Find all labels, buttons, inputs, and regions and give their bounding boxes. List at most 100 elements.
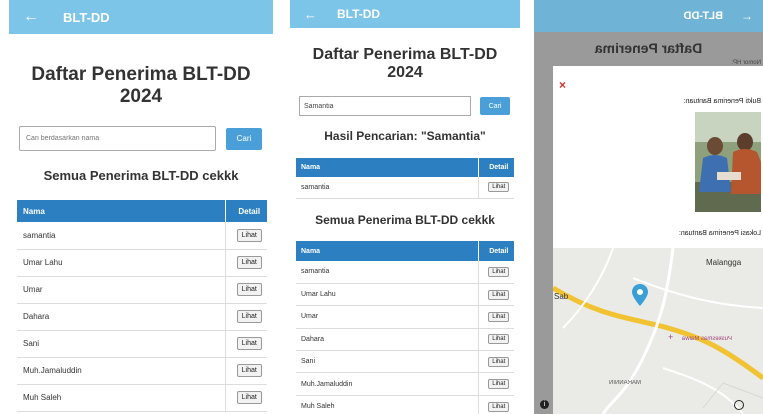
section-title: Semua Penerima BLT-DD cekkk (315, 213, 495, 227)
app-bar: ← BLT-DD (9, 0, 273, 34)
lihat-button[interactable]: Lihat (236, 364, 262, 377)
app-bar: ← BLT-DD (290, 0, 520, 28)
recipient-photo (695, 112, 761, 212)
recipient-name: Sani (296, 350, 478, 374)
table-row: Muh.Jamaluddin Lihat (296, 372, 514, 396)
background-page-title: Daftar Penerima (594, 40, 703, 56)
search-button[interactable]: Cari (480, 97, 510, 115)
section-title: Semua Penerima BLT-DD cekkk (43, 168, 239, 183)
back-arrow-icon[interactable]: ← (304, 7, 317, 22)
lihat-button[interactable]: Lihat (236, 310, 262, 323)
search-bar: Cari (299, 96, 510, 116)
lihat-button[interactable]: Lihat (236, 391, 262, 404)
location-label: Lokasi Penerima Bantuan: (678, 230, 761, 237)
table-row: Umar Lihat (17, 276, 267, 304)
map-canvas (553, 248, 763, 414)
table-row: Dahara Lihat (296, 328, 514, 352)
recipient-name: Umar (17, 276, 225, 304)
search-result-table: Nama Detail samantia Lihat (296, 158, 514, 199)
column-header-name: Nama (17, 200, 225, 222)
recipient-name: Dahara (296, 328, 478, 352)
table-row: Sani Lihat (296, 350, 514, 374)
back-arrow-icon[interactable]: ← (23, 8, 39, 26)
photo-image (695, 112, 761, 212)
lihat-button[interactable]: Lihat (236, 256, 262, 269)
search-button[interactable]: Cari (226, 127, 262, 150)
detail-cell: Lihat (477, 305, 514, 329)
recipient-name: Muh Saleh (17, 384, 225, 412)
column-header-detail: Detail (477, 241, 514, 261)
detail-cell: Lihat (224, 384, 267, 412)
screen-search-result: ← BLT-DD Daftar Penerima BLT-DD 2024 Car… (290, 0, 520, 414)
recipient-name: Muh.Jamaluddin (17, 357, 225, 385)
lihat-button[interactable]: Lihat (488, 311, 510, 322)
column-header-name: Nama (296, 158, 478, 177)
table-row: Umar Lahu Lihat (296, 283, 514, 307)
recipient-name: samantia (296, 177, 478, 199)
close-icon[interactable]: × (559, 78, 566, 92)
lihat-button[interactable]: Lihat (488, 379, 510, 390)
detail-cell: Lihat (224, 357, 267, 385)
phone-label: Nomor HP: (731, 60, 761, 66)
table-row: samantia Lihat (296, 261, 514, 284)
table-row: Sani Lihat (17, 330, 267, 358)
search-input[interactable] (299, 96, 471, 116)
lihat-button[interactable]: Lihat (488, 266, 510, 277)
detail-cell: Lihat (224, 276, 267, 304)
screen-list: ← BLT-DD Daftar Penerima BLT-DD 2024 Car… (9, 0, 273, 414)
lihat-button[interactable]: Lihat (236, 337, 262, 350)
recipient-name: Dahara (17, 303, 225, 331)
recipient-name: Umar Lahu (296, 283, 478, 307)
recipient-name: samantia (296, 261, 478, 284)
search-input[interactable] (19, 126, 216, 151)
app-bar: ← BLT-DD (534, 0, 763, 32)
recipient-name: Umar Lahu (17, 249, 225, 277)
back-arrow-icon[interactable]: ← (741, 9, 753, 23)
table-row: Dahara Lihat (17, 303, 267, 331)
detail-cell: Lihat (477, 177, 514, 199)
detail-cell: Lihat (224, 222, 267, 250)
detail-cell: Lihat (477, 350, 514, 374)
app-title: BLT-DD (683, 10, 723, 22)
table-row: Muh.Jamaluddin Lihat (17, 357, 267, 385)
table-row: Muh Saleh Lihat (17, 384, 267, 412)
page-title: Daftar Penerima BLT-DD 2024 (312, 46, 498, 82)
table-row: samantia Lihat (296, 177, 514, 199)
detail-cell: Lihat (477, 395, 514, 414)
screen-detail-modal: ← BLT-DD Daftar Penerima Nomor HP: × Buk… (534, 0, 763, 414)
detail-cell: Lihat (477, 372, 514, 396)
app-title: BLT-DD (337, 7, 381, 21)
photo-label: Bukti Penerima Bantuan: (683, 98, 761, 105)
lihat-button[interactable]: Lihat (488, 334, 510, 345)
recipient-name: Sani (17, 330, 225, 358)
lihat-button[interactable]: Lihat (236, 228, 262, 242)
table-row: Umar Lahu Lihat (17, 249, 267, 277)
recipient-name: Muh.Jamaluddin (296, 372, 478, 396)
detail-cell: Lihat (224, 303, 267, 331)
detail-cell: Lihat (477, 261, 514, 284)
detail-cell: Lihat (477, 283, 514, 307)
page-title: Daftar Penerima BLT-DD 2024 (31, 64, 251, 107)
recipient-name: Umar (296, 305, 478, 329)
recipient-name: samantia (17, 222, 225, 250)
lihat-button[interactable]: Lihat (236, 283, 262, 296)
search-bar: Cari (19, 126, 262, 151)
column-header-detail: Detail (477, 158, 514, 177)
lihat-button[interactable]: Lihat (488, 289, 510, 300)
search-result-title: Hasil Pencarian: "Samantia" (324, 129, 486, 143)
column-header-name: Nama (296, 241, 478, 261)
lihat-button[interactable]: Lihat (488, 182, 510, 193)
location-map[interactable] (553, 248, 763, 414)
table-row: samantia Lihat (17, 222, 267, 250)
recipients-table: Nama Detail samantia Lihat Umar Lahu Lihat U… (296, 241, 514, 414)
detail-cell: Lihat (477, 328, 514, 352)
detail-cell: Lihat (224, 330, 267, 358)
detail-modal: Nomor HP: × Bukti Penerima Bantuan: Loka… (553, 60, 763, 414)
column-header-detail: Detail (224, 200, 267, 222)
detail-cell: Lihat (224, 249, 267, 277)
app-title: BLT-DD (63, 9, 110, 25)
table-row: Umar Lihat (296, 305, 514, 329)
lihat-button[interactable]: Lihat (488, 401, 510, 412)
recipient-name: Muh Saleh (296, 395, 478, 414)
lihat-button[interactable]: Lihat (488, 356, 510, 367)
